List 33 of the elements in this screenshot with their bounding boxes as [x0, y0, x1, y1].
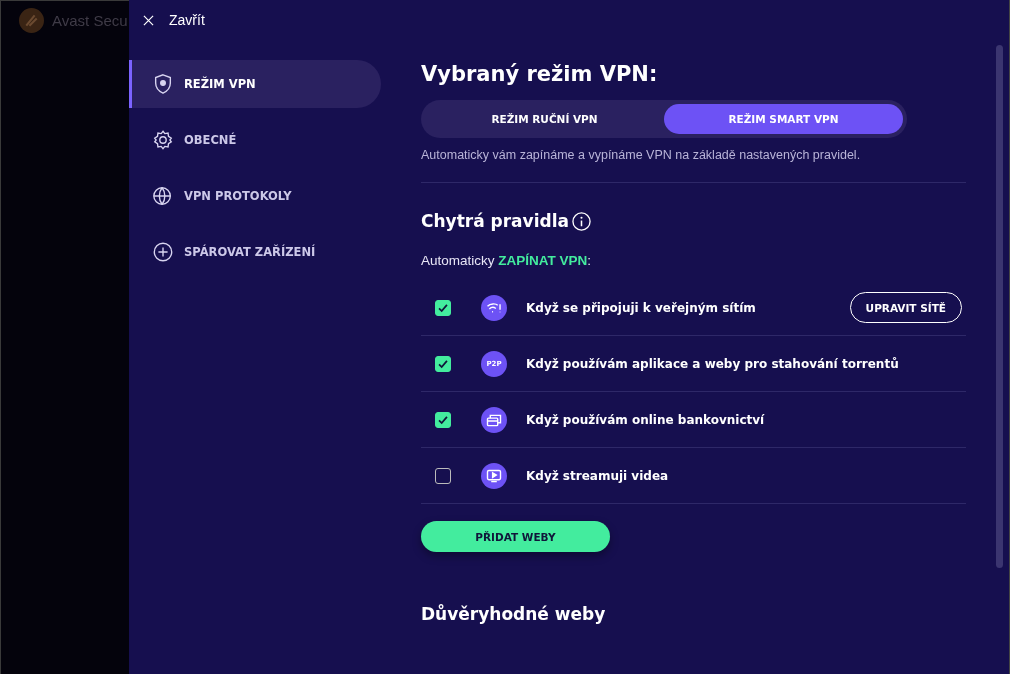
sidebar-item[interactable]: REŽIM VPN	[129, 60, 381, 108]
rule-label: Když se připojuji k veřejným sítím	[526, 300, 757, 315]
mode-option[interactable]: REŽIM SMART VPN	[664, 104, 903, 134]
section-title: Chytrá pravidla	[421, 211, 569, 231]
add-sites-button[interactable]: PŘIDAT WEBY	[421, 521, 610, 552]
close-icon	[143, 14, 154, 26]
plus-circle-icon	[152, 241, 174, 263]
mode-option[interactable]: REŽIM RUČNÍ VPN	[425, 104, 664, 134]
section-title: Důvěryhodné weby	[421, 604, 607, 624]
globe-icon	[152, 185, 174, 207]
rule-label: Když streamuji videa	[526, 468, 670, 483]
sidebar-item[interactable]: SPÁROVAT ZAŘÍZENÍ	[129, 228, 381, 276]
sidebar-item[interactable]: VPN PROTOKOLY	[129, 172, 381, 220]
sidebar-item[interactable]: OBECNÉ	[129, 116, 381, 164]
close-button[interactable]: Zavřít	[143, 12, 205, 28]
rule-label: Když používám online bankovnictví	[526, 412, 766, 427]
checkbox[interactable]	[435, 355, 451, 372]
gear-icon	[152, 129, 174, 151]
shield-icon	[152, 73, 174, 95]
checkbox[interactable]	[435, 411, 451, 428]
section-title: Vybraný režim VPN:	[421, 62, 659, 86]
checkbox[interactable]	[435, 467, 451, 484]
checkbox[interactable]	[435, 299, 451, 316]
rules-subtitle: Automaticky ZAPÍNAT VPN:	[421, 253, 593, 268]
info-icon[interactable]	[571, 211, 591, 231]
card-icon	[481, 406, 507, 433]
scrollbar-thumb[interactable]	[996, 45, 1003, 568]
mode-description: Automaticky vám zapínáme a vypínáme VPN na základě nastavených pravidel.	[421, 148, 862, 162]
rule-label: Když používám aplikace a weby pro stahování torrentů	[526, 356, 900, 371]
app-logo-icon	[19, 8, 44, 33]
wifi-icon	[481, 294, 507, 321]
background-window-title: Avast Secu	[52, 12, 128, 29]
monitor-play-icon	[481, 462, 507, 489]
